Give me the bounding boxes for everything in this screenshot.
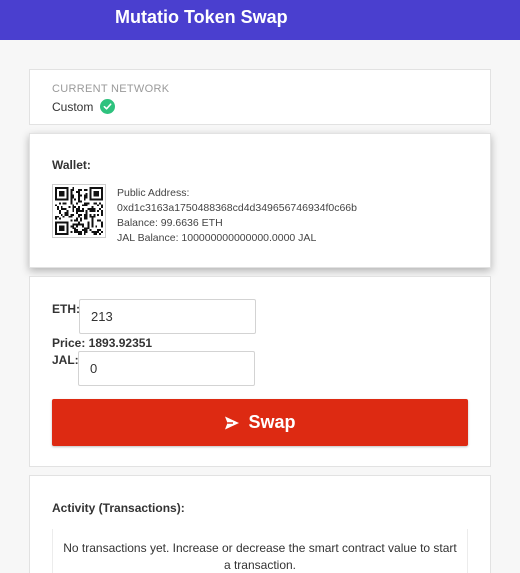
check-circle-icon	[100, 99, 116, 114]
network-label: CURRENT NETWORK	[52, 83, 170, 95]
wallet-address: 0xd1c3163a1750488368cd4d349656746934f0c6…	[117, 202, 357, 214]
wallet-card: Wallet: Public Address: 0xd1c3163a175048…	[29, 133, 491, 268]
app-header: Mutatio Token Swap	[0, 0, 520, 40]
send-icon	[224, 415, 240, 431]
qr-code-icon	[52, 184, 106, 238]
app-title: Mutatio Token Swap	[115, 7, 288, 27]
swap-button[interactable]: Swap	[52, 399, 468, 446]
eth-balance: Balance: 99.6636 ETH	[117, 217, 223, 229]
swap-button-label: Swap	[248, 412, 296, 432]
jal-balance: JAL Balance: 100000000000000.0000 JAL	[117, 232, 317, 244]
eth-amount-input[interactable]	[79, 299, 256, 334]
empty-transactions-message: No transactions yet. Increase or decreas…	[52, 529, 468, 573]
wallet-info: Public Address: 0xd1c3163a1750488368cd4d…	[117, 186, 357, 246]
jal-amount-input[interactable]	[78, 351, 255, 386]
activity-card: Activity (Transactions): No transactions…	[29, 475, 491, 573]
public-address-label: Public Address:	[117, 187, 190, 199]
network-value: Custom	[52, 99, 94, 114]
swap-card: ETH: Price: 1893.92351 JAL: Swap	[29, 276, 491, 467]
jal-label: JAL:	[52, 353, 79, 367]
wallet-label: Wallet:	[52, 158, 91, 172]
network-value-row: Custom	[52, 99, 116, 114]
price-text: Price: 1893.92351	[52, 336, 153, 350]
activity-label: Activity (Transactions):	[52, 501, 185, 515]
eth-label: ETH:	[52, 302, 80, 316]
network-card: CURRENT NETWORK Custom	[29, 69, 491, 125]
